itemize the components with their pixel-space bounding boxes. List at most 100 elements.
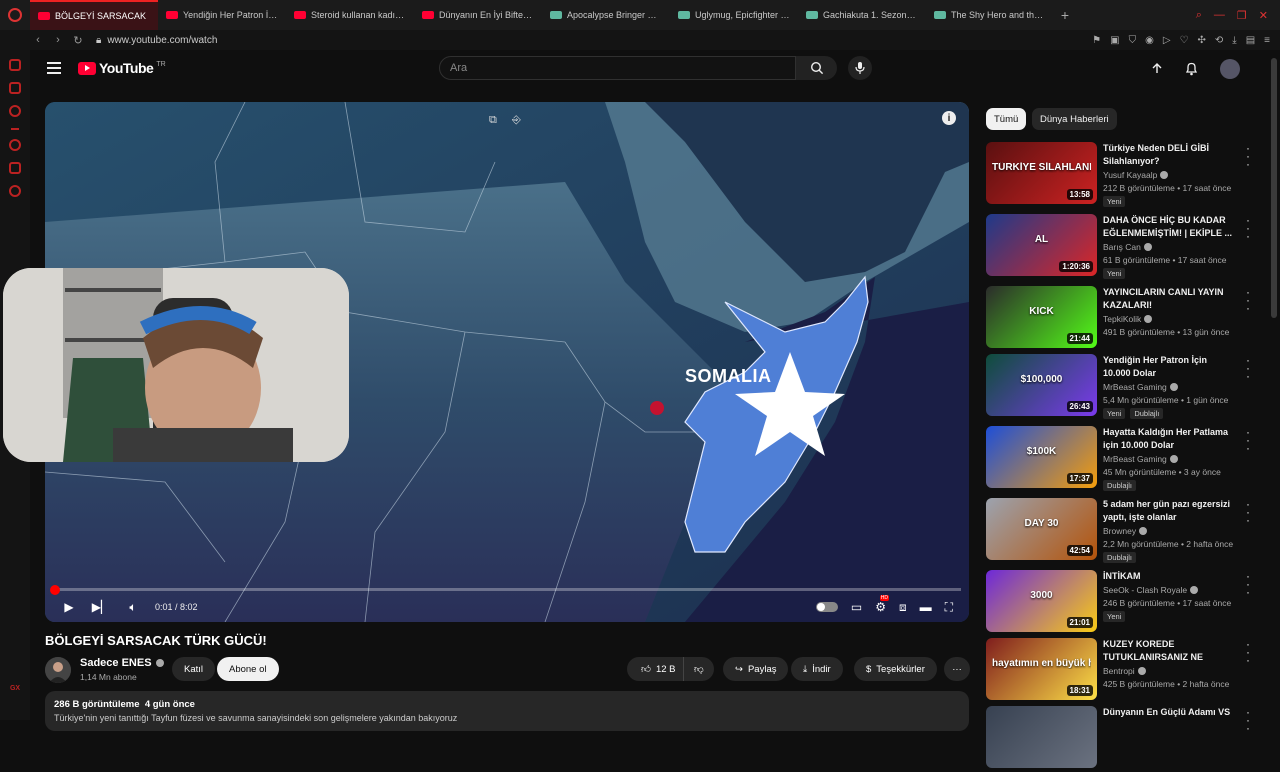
browser-tab[interactable]: Dünyanın En İyi Bifteğini bbox=[414, 0, 542, 30]
channel-name[interactable]: Sadece ENES bbox=[80, 657, 164, 669]
settings-gear-icon[interactable]: ⚙ HD bbox=[875, 595, 889, 614]
recommendation-item[interactable]: hayatımın en büyük hatası 18:31 KUZEY KORE… bbox=[986, 638, 1254, 704]
autoplay-toggle[interactable] bbox=[815, 602, 838, 612]
voice-search-button[interactable] bbox=[848, 56, 872, 80]
recommendation-channel[interactable]: MrBeast Gaming bbox=[1103, 454, 1178, 464]
scrubber-handle[interactable] bbox=[49, 584, 60, 595]
play-icon[interactable]: ▶ bbox=[53, 600, 85, 614]
shield-icon[interactable]: ⛉ bbox=[1129, 35, 1137, 46]
browser-menu-icon[interactable]: ≡ bbox=[1264, 35, 1270, 46]
page-scrollbar[interactable] bbox=[1271, 58, 1277, 318]
browser-tab[interactable]: Steroid kullanan kadınlar bbox=[286, 0, 414, 30]
progress-bar[interactable] bbox=[49, 584, 961, 595]
recommendation-channel[interactable]: SeeOk - Clash Royale bbox=[1103, 585, 1199, 595]
browser-tab[interactable]: Apocalypse Bringer Mync bbox=[542, 0, 670, 30]
sidebar-more-icon[interactable]: GX bbox=[0, 685, 30, 692]
close-icon[interactable]: ✕ bbox=[1259, 9, 1268, 22]
recommendation-channel[interactable]: TepkiKolik bbox=[1103, 314, 1153, 324]
description-box[interactable]: 286 B görüntüleme 4 gün önce Türkiye'nin… bbox=[45, 691, 969, 731]
more-options-icon[interactable]: · · · bbox=[1244, 142, 1252, 170]
search-tabs-icon[interactable]: ⌕ bbox=[1196, 9, 1202, 22]
video-thumbnail[interactable]: 3000 21:01 bbox=[986, 570, 1097, 632]
more-options-icon[interactable]: · · · bbox=[1244, 638, 1252, 666]
dislike-button[interactable]: 👎︎ bbox=[683, 657, 714, 681]
puzzle-icon[interactable]: ✣ bbox=[1198, 35, 1206, 46]
recommendation-item[interactable]: KICK 21:44 YAYINCILARIN CANLI YAYIN KAZALA… bbox=[986, 286, 1254, 352]
video-thumbnail[interactable]: $100K 17:37 bbox=[986, 426, 1097, 488]
maximize-icon[interactable]: ❐ bbox=[1237, 9, 1247, 22]
recommendation-channel[interactable]: Browney bbox=[1103, 526, 1148, 536]
mail-icon[interactable] bbox=[9, 82, 21, 94]
video-thumbnail[interactable]: AL 1:20:36 bbox=[986, 214, 1097, 276]
new-tab-button[interactable]: + bbox=[1054, 4, 1076, 26]
more-options-icon[interactable]: · · · bbox=[1244, 570, 1252, 598]
recommendation-title[interactable]: Türkiye Neden DELİ GİBİ Silahlanıyor? bbox=[1103, 142, 1233, 167]
recommendation-title[interactable]: 5 adam her gün pazı egzersizi yaptı, işt… bbox=[1103, 498, 1233, 523]
clock-icon[interactable] bbox=[9, 139, 21, 151]
video-thumbnail[interactable]: $100,000 26:43 bbox=[986, 354, 1097, 416]
video-thumbnail[interactable]: KICK 21:44 bbox=[986, 286, 1097, 348]
subscribe-button[interactable]: Abone ol bbox=[217, 657, 279, 681]
browser-tab[interactable]: Uglymug, Epicfighter 1. S bbox=[670, 0, 798, 30]
theater-mode-icon[interactable]: ▬ bbox=[920, 600, 932, 614]
chip-world-news[interactable]: Dünya Haberleri bbox=[1032, 108, 1117, 130]
forward-icon[interactable]: › bbox=[48, 34, 68, 46]
history-icon[interactable]: ⟲ bbox=[1215, 35, 1223, 46]
video-thumbnail[interactable]: TÜRKİYE SİLAHLANIYOR 13:58 bbox=[986, 142, 1097, 204]
video-thumbnail[interactable]: hayatımın en büyük hatası 18:31 bbox=[986, 638, 1097, 700]
play-extension-icon[interactable]: ▷ bbox=[1163, 35, 1171, 46]
settings-icon[interactable] bbox=[9, 185, 21, 197]
bookmark-icon[interactable]: ⚑ bbox=[1092, 35, 1101, 46]
heart-icon[interactable]: ♡ bbox=[1180, 35, 1189, 46]
recommendation-item[interactable]: $100K 17:37 Hayatta Kaldığın Her Patlama i… bbox=[986, 426, 1254, 492]
more-options-icon[interactable]: · · · bbox=[1244, 286, 1252, 314]
recommendation-item[interactable]: 3000 21:01 İNTİKAM SeeOk - Clash Royale 246 … bbox=[986, 570, 1254, 636]
cube-icon[interactable] bbox=[9, 105, 21, 117]
search-input[interactable]: Ara bbox=[439, 56, 796, 80]
more-options-icon[interactable]: · · · bbox=[1244, 214, 1252, 242]
like-button[interactable]: 👍︎ 12 B bbox=[627, 657, 690, 681]
recommendation-title[interactable]: Yendiğin Her Patron İçin 10.000 Dolar bbox=[1103, 354, 1233, 379]
thanks-button[interactable]: $ Teşekkürler bbox=[854, 657, 937, 681]
share-button[interactable]: ↪ Paylaş bbox=[723, 657, 789, 681]
recommendation-item[interactable]: Dünyanın En Güçlü Adamı VS · · · bbox=[986, 706, 1254, 772]
hamburger-menu-icon[interactable] bbox=[47, 62, 61, 74]
search-button[interactable] bbox=[796, 56, 837, 80]
channel-avatar[interactable] bbox=[45, 657, 71, 683]
back-icon[interactable]: ‹ bbox=[28, 34, 48, 46]
cast-icon[interactable]: ⎆ bbox=[512, 114, 526, 128]
recommendation-title[interactable]: İNTİKAM bbox=[1103, 570, 1233, 583]
youtube-logo[interactable]: YouTube TR bbox=[78, 60, 166, 76]
more-options-icon[interactable]: · · · bbox=[1244, 498, 1252, 526]
box-icon[interactable] bbox=[9, 162, 21, 174]
screenshot-icon[interactable]: ▣ bbox=[1110, 35, 1119, 46]
browser-tab[interactable]: Gachiakuta 1. Sezon 7. B bbox=[798, 0, 926, 30]
info-icon[interactable]: i bbox=[942, 111, 956, 125]
url-field[interactable]: 🔒︎ www.youtube.com/watch bbox=[96, 35, 217, 46]
browser-tab[interactable]: Yendiğin Her Patron İçin bbox=[158, 0, 286, 30]
more-actions-button[interactable]: ··· bbox=[944, 657, 970, 681]
video-thumbnail[interactable]: DAY 30 42:54 bbox=[986, 498, 1097, 560]
recommendation-item[interactable]: DAY 30 42:54 5 adam her gün pazı egzersizi… bbox=[986, 498, 1254, 564]
next-icon[interactable]: ▶▏ bbox=[85, 600, 117, 614]
recommendation-item[interactable]: TÜRKİYE SİLAHLANIYOR 13:58 Türkiye Neden D… bbox=[986, 142, 1254, 208]
more-options-icon[interactable]: · · · bbox=[1244, 426, 1252, 454]
recommendation-title[interactable]: Hayatta Kaldığın Her Patlama için 10.000… bbox=[1103, 426, 1233, 451]
chip-all[interactable]: Tümü bbox=[986, 108, 1027, 130]
download-button[interactable]: ⤓ İndir bbox=[791, 657, 843, 681]
recommendation-item[interactable]: AL 1:20:36 DAHA ÖNCE HİÇ BU KADAR EĞLENMEM… bbox=[986, 214, 1254, 280]
recommendation-title[interactable]: KUZEY KOREDE TUTUKLANIRSANIZ NE OLUR? bbox=[1103, 638, 1233, 663]
miniplayer-icon[interactable]: ⧉ bbox=[489, 114, 503, 128]
miniplayer-button-icon[interactable]: ⧈ bbox=[899, 600, 907, 615]
recommendation-channel[interactable]: MrBeast Gaming bbox=[1103, 382, 1178, 392]
more-options-icon[interactable]: · · · bbox=[1244, 354, 1252, 382]
recommendation-title[interactable]: YAYINCILARIN CANLI YAYIN KAZALARI! bbox=[1103, 286, 1233, 311]
more-options-icon[interactable]: · · · bbox=[1244, 706, 1252, 734]
fullscreen-icon[interactable]: ⛶ bbox=[945, 600, 953, 615]
messenger-icon[interactable] bbox=[9, 59, 21, 71]
vpn-icon[interactable]: ◉ bbox=[1145, 35, 1154, 46]
video-thumbnail[interactable] bbox=[986, 706, 1097, 768]
volume-icon[interactable]: 🔈︎ bbox=[117, 600, 149, 615]
recommendation-title[interactable]: DAHA ÖNCE HİÇ BU KADAR EĞLENMEMİŞTİM! | … bbox=[1103, 214, 1233, 239]
browser-tab[interactable]: BÖLGEYİ SARSACAK bbox=[30, 0, 158, 30]
